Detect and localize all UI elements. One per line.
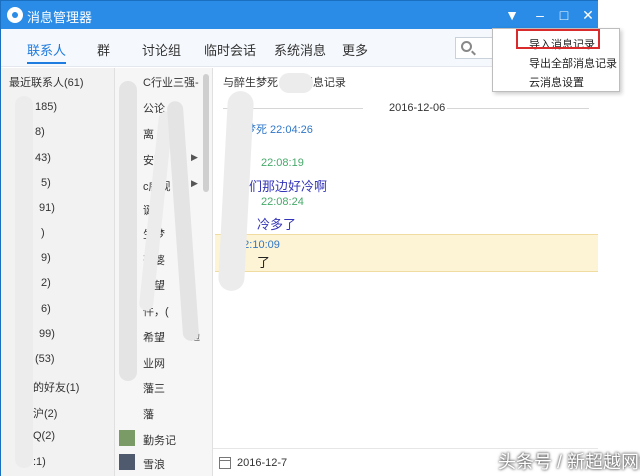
list-item[interactable]: 2) (41, 277, 51, 289)
list-item[interactable]: 的好友(1) (33, 379, 79, 395)
maximize-icon[interactable]: □ (551, 3, 577, 27)
list-item[interactable]: 91) (39, 202, 55, 214)
tab-temp-sessions[interactable]: 临时会话 (204, 40, 256, 59)
list-item[interactable]: 勤务记 (143, 432, 176, 448)
list-item[interactable]: 43) (35, 152, 51, 164)
list-item[interactable]: C行业三强- (143, 74, 199, 90)
message-sender-time: 22:08:19 (261, 157, 304, 169)
list-item[interactable]: 业网 (143, 355, 165, 371)
tab-discussion-groups[interactable]: 讨论组 (142, 40, 181, 59)
chat-history-panel: 与醉生梦死 0)的消息记录 2016-12-06 梦死 22:04:26 22:… (213, 68, 599, 476)
tab-more[interactable]: 更多 (342, 40, 368, 59)
annotation-highlight-box (516, 29, 600, 49)
tab-contacts[interactable]: 联系人 (27, 40, 67, 64)
expand-icon[interactable]: ▶ (191, 152, 198, 163)
title-bar: 消息管理器 ▼ – □ ✕ (1, 1, 599, 29)
watermark: 头条号 / 新超越网络 (498, 452, 640, 472)
tab-groups[interactable]: 群 (97, 40, 110, 59)
tab-system-messages[interactable]: 系统消息 (274, 40, 326, 59)
search-icon (461, 41, 472, 52)
divider (447, 108, 589, 109)
menu-item-export-all-records[interactable]: 导出全部消息记录 (529, 55, 617, 71)
list-item[interactable]: Q(2) (33, 430, 55, 442)
date-label: 2016-12-06 (389, 102, 446, 114)
list-item[interactable]: 9) (41, 252, 51, 264)
date-separator: 2016-12-06 (223, 102, 589, 114)
list-item[interactable]: 雪浪 (143, 456, 165, 472)
minimize-icon[interactable]: – (527, 3, 553, 27)
list-item[interactable]: ) (41, 227, 45, 239)
list-item[interactable]: 藩 (143, 406, 154, 422)
redaction-mark (119, 81, 137, 381)
redaction-mark (279, 73, 313, 93)
message-text: 了 (257, 255, 271, 270)
avatar (119, 454, 135, 470)
list-item[interactable]: 99) (39, 328, 55, 340)
list-item[interactable]: 5) (41, 177, 51, 189)
list-item[interactable]: 6) (41, 303, 51, 315)
calendar-icon[interactable] (219, 457, 231, 469)
message-text: 们那边好冷啊 (249, 179, 328, 194)
list-item[interactable]: 185) (35, 101, 57, 113)
menu-dropdown-icon[interactable]: ▼ (499, 3, 525, 27)
message-text: 冷多了 (257, 217, 297, 232)
avatar (119, 430, 135, 446)
message-sender-time: 22:08:24 (261, 196, 304, 208)
list-item[interactable]: 8) (35, 126, 45, 138)
list-item[interactable]: 沪(2) (33, 405, 57, 421)
message-sender-time: 梦死 22:04:26 (245, 124, 313, 136)
expand-icon[interactable]: ▶ (191, 178, 198, 189)
window-title: 消息管理器 (27, 10, 93, 25)
list-item[interactable]: 藩三 (143, 380, 165, 396)
scrollbar[interactable] (203, 74, 209, 192)
list-item[interactable]: :1) (33, 456, 46, 468)
list-item[interactable]: 离 (143, 126, 154, 142)
qq-app-icon (7, 7, 23, 23)
menu-item-cloud-settings[interactable]: 云消息设置 (529, 74, 584, 90)
list-item[interactable]: (53) (35, 353, 55, 365)
redaction-mark (15, 96, 33, 468)
recent-contacts-header[interactable]: 最近联系人(61) (9, 74, 84, 90)
list-item[interactable]: 希望 (143, 329, 165, 345)
selected-date[interactable]: 2016-12-7 (237, 457, 287, 469)
